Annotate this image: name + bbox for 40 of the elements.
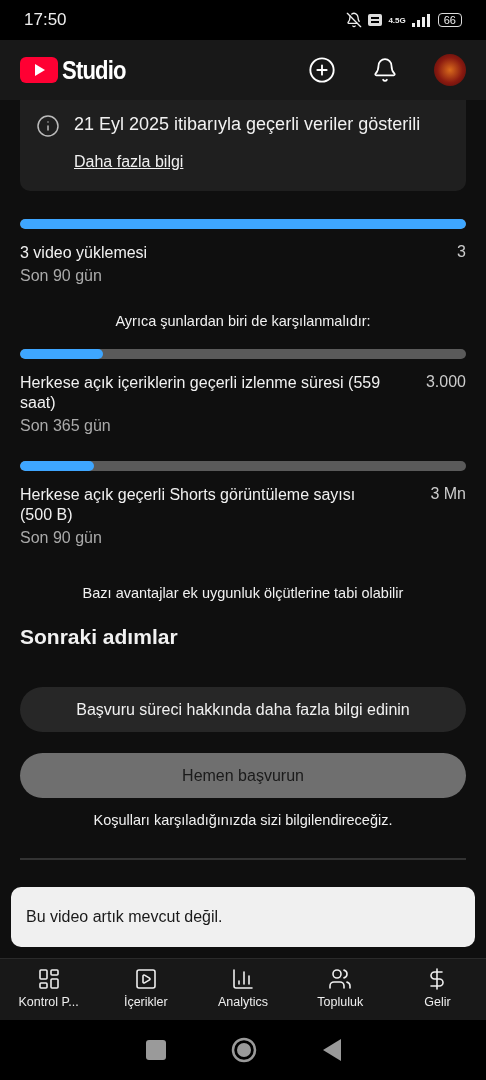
requirement-title: 3 video yüklemesi <box>20 243 148 263</box>
clock: 17:50 <box>24 10 67 30</box>
notifications-button[interactable] <box>372 57 398 83</box>
bell-off-icon <box>346 12 363 28</box>
logo-icon <box>20 57 58 83</box>
requirement-title: Herkese açık geçerli Shorts görüntüleme sayısı (500 B) <box>20 485 357 525</box>
section-heading: Sonraki adımlar <box>20 625 179 649</box>
home-button[interactable] <box>231 1037 257 1063</box>
signal-icon <box>411 13 432 27</box>
requirement-period: Son 365 gün <box>20 417 112 435</box>
nav-tab[interactable]: Kontrol P... <box>0 959 98 1020</box>
bar-chart-icon <box>231 967 255 991</box>
nav-tab[interactable]: Gelir <box>388 959 486 1020</box>
logo-text: Studio <box>62 54 126 86</box>
notify-note: Koşulları karşıladığınızda sizi bilgilendireceğiz. <box>92 812 394 828</box>
battery-level: 66 <box>437 13 462 27</box>
play-square-icon <box>133 967 158 991</box>
info-message: 21 Eyl 2025 itibarıyla geçerli veriler gösterili <box>74 114 421 135</box>
nav-tab[interactable]: İçerikler <box>97 959 195 1020</box>
requirement-value: 3 <box>457 243 466 262</box>
snackbar-message: Bu video artık mevcut değil. <box>26 908 223 926</box>
avatar[interactable] <box>434 54 466 86</box>
back-button[interactable] <box>322 1039 341 1061</box>
requirement-value: 3.000 <box>425 373 466 392</box>
more-info-link[interactable]: Daha fazla bilgi <box>74 153 184 171</box>
recents-button[interactable] <box>145 1040 166 1060</box>
network-type: 4.5G <box>388 15 406 25</box>
requirement-period: Son 90 gün <box>20 529 103 547</box>
requirement-note: Ayrıca şunlardan biri de karşılanmalıdır: <box>114 313 372 329</box>
info-icon <box>36 114 60 138</box>
dashboard-icon <box>36 967 61 991</box>
create-button[interactable] <box>308 56 336 84</box>
requirement-value: 3 Mn <box>430 485 466 504</box>
requirement-title: Herkese açık içeriklerin geçerli izlenme süresi (559 saat) <box>20 373 382 413</box>
requirement-period: Son 90 gün <box>20 267 103 285</box>
people-icon <box>328 967 353 991</box>
nav-tab[interactable]: Analytics <box>194 959 292 1020</box>
nav-tab[interactable]: Topluluk <box>291 959 389 1020</box>
eligibility-note: Bazı avantajlar ek uygunluk ölçütlerine tabi olabilir <box>81 585 405 601</box>
learn-more-button[interactable]: Başvuru süreci hakkında daha fazla bilgi edinin <box>20 687 466 732</box>
